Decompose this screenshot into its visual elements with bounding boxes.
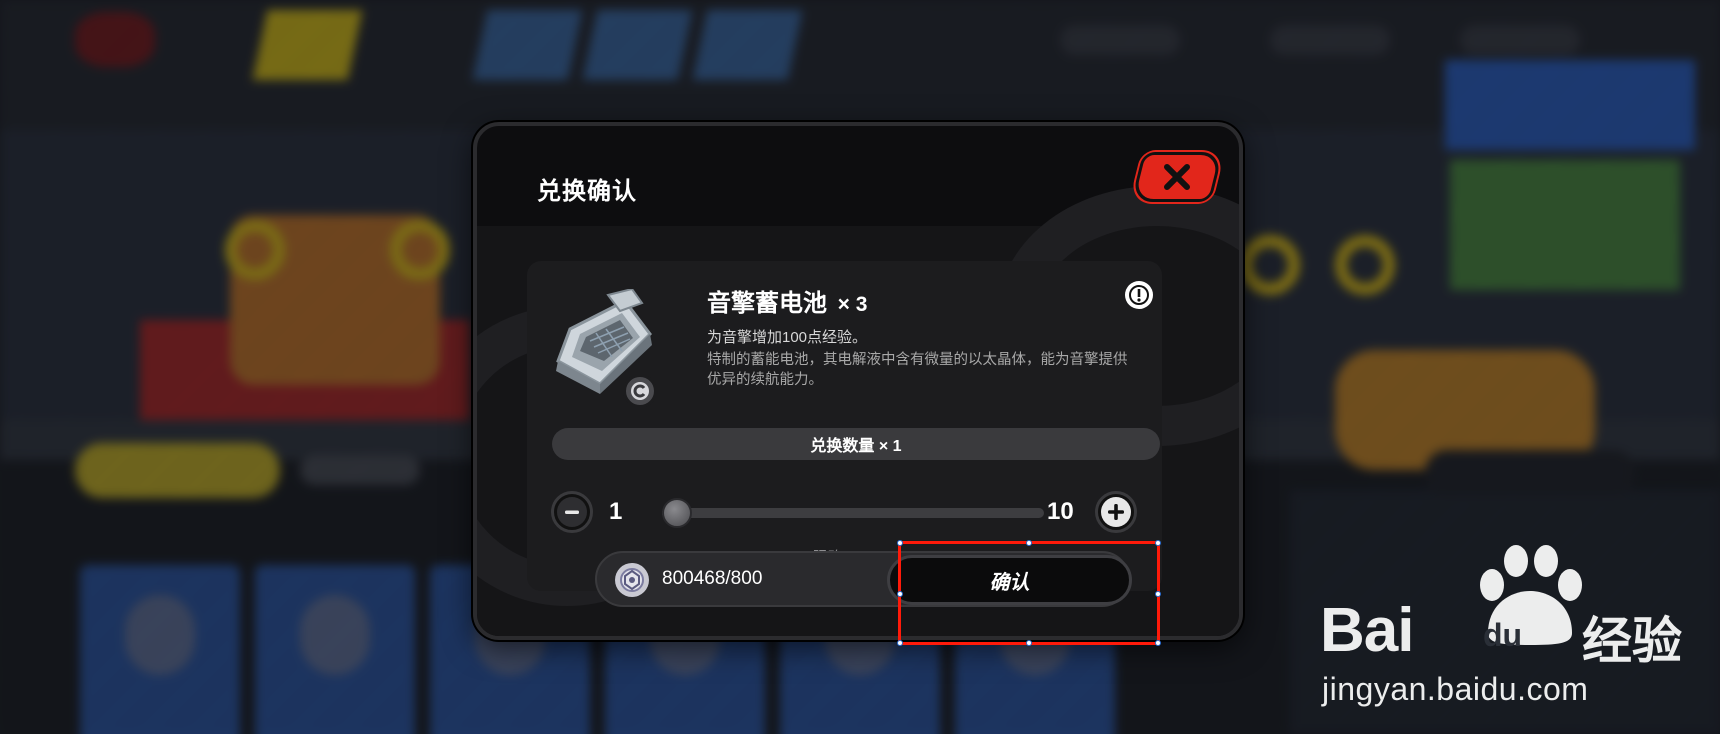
resize-handle: [1155, 591, 1161, 597]
decrease-quantity-button[interactable]: [551, 491, 593, 533]
exchange-quantity-label: 兑换数量 × 1: [552, 428, 1160, 460]
plus-icon: [1108, 504, 1124, 520]
watermark-bai: Bai: [1320, 596, 1414, 665]
watermark-url: jingyan.baidu.com: [1322, 671, 1589, 707]
slider-thumb[interactable]: [662, 498, 692, 528]
close-x-icon: [1164, 164, 1190, 190]
close-button[interactable]: [1130, 152, 1224, 202]
resize-handle: [897, 591, 903, 597]
item-count: × 3: [837, 293, 868, 316]
resize-handle: [1026, 540, 1032, 546]
selection-highlight: [897, 540, 1161, 646]
rarity-badge: [623, 374, 657, 408]
item-name: 音擎蓄电池 × 3: [707, 290, 868, 317]
watermark-du: du: [1483, 617, 1523, 653]
resize-handle: [897, 640, 903, 646]
screen: 兑换确认 音擎蓄电池 × 3 为音擎增加100点经验。 特制的蓄能电池，其电解液…: [0, 0, 1720, 734]
info-icon: [1129, 285, 1149, 305]
info-button[interactable]: [1125, 281, 1153, 309]
currency-balance: 800468/800: [662, 568, 763, 589]
watermark-jingyan: 经验: [1582, 613, 1682, 669]
resize-handle: [1155, 540, 1161, 546]
gear-coin-icon: [615, 563, 649, 597]
quantity-max: 10: [1047, 498, 1074, 525]
quantity-min: 1: [609, 498, 623, 525]
item-flavor-text: 特制的蓄能电池，其电解液中含有微量的以太晶体，能为音擎提供优异的续航能力。: [707, 352, 1128, 388]
baidu-jingyan-watermark: Bai du 经验 jingyan.baidu.com: [1320, 545, 1690, 707]
increase-quantity-button[interactable]: [1095, 491, 1137, 533]
dialog-title: 兑换确认: [537, 178, 637, 205]
item-effect: 为音擎增加100点经验。: [707, 329, 868, 346]
resize-handle: [1155, 640, 1161, 646]
minus-icon: [565, 510, 579, 514]
resize-handle: [897, 540, 903, 546]
resize-handle: [1026, 640, 1032, 646]
quantity-slider[interactable]: [662, 498, 1044, 528]
rarity-c-icon: [631, 382, 649, 400]
